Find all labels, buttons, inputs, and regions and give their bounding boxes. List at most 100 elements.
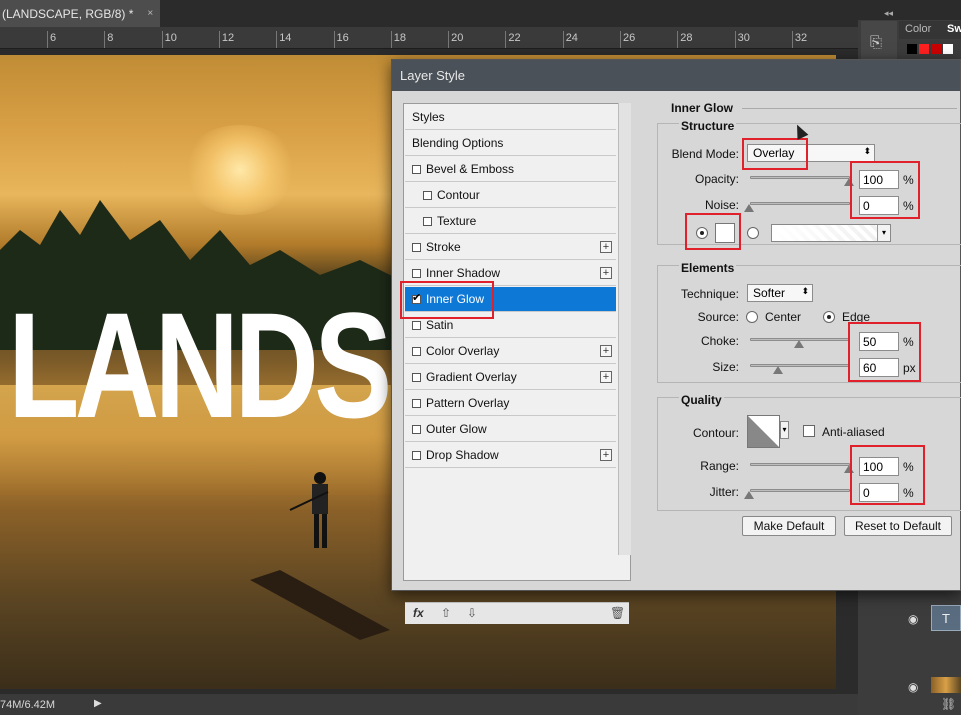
character-panel-icon[interactable]: ⎘ — [870, 34, 882, 51]
image-layer-thumbnail[interactable] — [931, 677, 961, 693]
style-item-pattern-overlay[interactable]: Pattern Overlay — [405, 391, 616, 416]
add-style-icon[interactable]: + — [600, 449, 612, 461]
document-tab[interactable]: (LANDSCAPE, RGB/8) * × — [0, 0, 160, 27]
style-checkbox[interactable] — [412, 320, 421, 330]
style-checkbox[interactable] — [412, 398, 421, 408]
choke-slider-handle[interactable] — [794, 340, 804, 348]
style-item-gradient-overlay[interactable]: Gradient Overlay + — [405, 365, 616, 390]
style-checkbox[interactable] — [412, 242, 421, 252]
style-checkbox[interactable] — [412, 450, 421, 460]
style-item-bevel-emboss[interactable]: Bevel & Emboss — [405, 157, 616, 182]
source-edge-radio[interactable] — [823, 311, 835, 323]
tab-color[interactable]: Color — [905, 23, 931, 35]
opacity-slider-handle[interactable] — [844, 178, 854, 186]
make-default-button[interactable]: Make Default — [742, 516, 836, 536]
ruler-label: 10 — [164, 32, 177, 44]
add-style-icon[interactable]: + — [600, 267, 612, 279]
style-checkbox[interactable] — [412, 164, 421, 174]
style-item-inner-glow[interactable]: Inner Glow — [405, 287, 616, 312]
color-swatches-tabs: Color Sw — [899, 21, 961, 39]
style-checkbox[interactable] — [412, 424, 421, 434]
visibility-eye-icon[interactable]: ◉ — [908, 680, 918, 694]
blend-mode-select[interactable]: Overlay ⬍ — [747, 144, 875, 162]
jitter-slider-handle[interactable] — [744, 491, 754, 499]
status-menu-arrow-icon[interactable]: ▶ — [94, 698, 102, 709]
reset-to-default-button[interactable]: Reset to Default — [844, 516, 952, 536]
swatch[interactable] — [931, 44, 941, 54]
trash-icon[interactable]: 🗑 — [610, 606, 625, 620]
size-label: Size: — [712, 360, 739, 374]
add-style-icon[interactable]: + — [600, 345, 612, 357]
range-label: Range: — [700, 459, 739, 473]
swatch[interactable] — [943, 44, 953, 54]
link-layers-icon[interactable]: ⛓ — [941, 697, 956, 711]
move-down-icon[interactable]: ⇩ — [467, 606, 477, 620]
style-checkbox[interactable] — [412, 346, 421, 356]
add-style-icon[interactable]: + — [600, 371, 612, 383]
styles-list-scrollbar[interactable] — [618, 103, 631, 555]
style-checkbox[interactable] — [412, 291, 421, 304]
document-size: 74M/6.42M — [0, 698, 56, 711]
visibility-eye-icon[interactable]: ◉ — [908, 612, 918, 626]
fx-icon[interactable]: fx — [413, 606, 424, 620]
contour-preview[interactable] — [747, 415, 780, 448]
size-slider[interactable] — [750, 364, 850, 367]
size-unit: px — [903, 361, 916, 375]
style-item-texture[interactable]: Texture — [405, 209, 616, 234]
inner-glow-settings: Inner Glow Structure Blend Mode: Overlay… — [647, 101, 961, 583]
close-icon[interactable]: × — [147, 8, 153, 19]
source-center-radio[interactable] — [746, 311, 758, 323]
jitter-label: Jitter: — [709, 485, 739, 499]
style-checkbox[interactable] — [412, 372, 421, 382]
style-item-inner-shadow[interactable]: Inner Shadow + — [405, 261, 616, 286]
style-item-contour[interactable]: Contour — [405, 183, 616, 208]
swatch[interactable] — [919, 44, 929, 54]
divider — [742, 108, 957, 109]
collapse-panels-icon[interactable]: ◂◂ — [884, 8, 893, 19]
style-item-blending-options[interactable]: Blending Options — [405, 131, 616, 156]
text-layer-thumbnail[interactable]: T — [931, 605, 961, 631]
range-slider[interactable] — [750, 463, 850, 466]
opacity-field[interactable]: 100 — [859, 170, 899, 189]
noise-slider-handle[interactable] — [744, 204, 754, 212]
choke-field[interactable]: 50 — [859, 332, 899, 351]
style-item-stroke[interactable]: Stroke + — [405, 235, 616, 260]
style-item-outer-glow[interactable]: Outer Glow — [405, 417, 616, 442]
solid-color-radio[interactable] — [696, 227, 708, 239]
style-checkbox[interactable] — [423, 216, 432, 226]
chevron-down-icon[interactable]: ▾ — [780, 421, 789, 439]
technique-label: Technique: — [680, 287, 739, 301]
technique-value: Softer — [753, 286, 786, 300]
noise-slider[interactable] — [750, 202, 850, 205]
style-checkbox[interactable] — [412, 268, 421, 278]
elements-heading: Elements — [679, 261, 737, 275]
jitter-field[interactable]: 0 — [859, 483, 899, 502]
technique-select[interactable]: Softer ⬍ — [747, 284, 813, 302]
range-slider-handle[interactable] — [844, 465, 854, 473]
tab-swatches[interactable]: Sw — [947, 23, 961, 35]
gradient-radio[interactable] — [747, 227, 759, 239]
status-bar: 74M/6.42M ▶ — [0, 694, 858, 715]
style-item-satin[interactable]: Satin — [405, 313, 616, 338]
chevron-down-icon[interactable]: ▾ — [877, 225, 890, 241]
size-slider-handle[interactable] — [773, 366, 783, 374]
style-item-styles[interactable]: Styles — [405, 105, 616, 130]
ruler-label: 32 — [794, 32, 808, 44]
move-up-icon[interactable]: ⇧ — [441, 606, 451, 620]
contour-label: Contour: — [692, 426, 739, 440]
anti-aliased-checkbox[interactable] — [803, 425, 815, 437]
swatch[interactable] — [907, 44, 917, 54]
jitter-slider[interactable] — [750, 489, 850, 492]
style-label: Blending Options — [412, 136, 504, 150]
range-field[interactable]: 100 — [859, 457, 899, 476]
add-style-icon[interactable]: + — [600, 241, 612, 253]
style-item-drop-shadow[interactable]: Drop Shadow + — [405, 443, 616, 468]
gradient-picker[interactable]: ▾ — [771, 224, 891, 242]
dialog-title[interactable]: Layer Style — [392, 60, 960, 91]
opacity-slider[interactable] — [750, 176, 850, 179]
style-item-color-overlay[interactable]: Color Overlay + — [405, 339, 616, 364]
style-checkbox[interactable] — [423, 190, 432, 200]
noise-field[interactable]: 0 — [859, 196, 899, 215]
size-field[interactable]: 60 — [859, 358, 899, 377]
glow-color-swatch[interactable] — [715, 223, 735, 243]
